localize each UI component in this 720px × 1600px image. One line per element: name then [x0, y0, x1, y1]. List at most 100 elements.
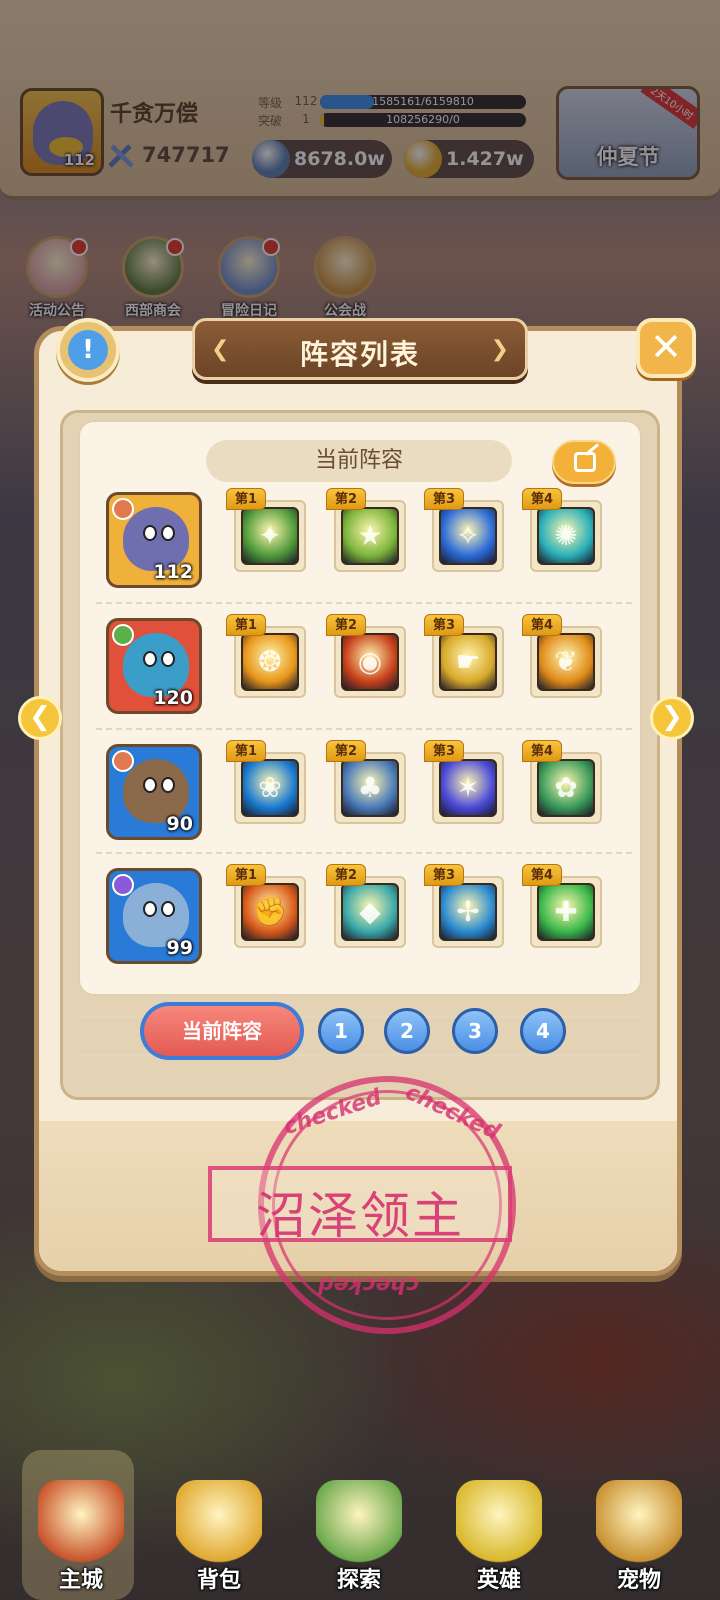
hero-portrait-3[interactable]: 90	[106, 744, 202, 840]
share-button[interactable]	[552, 440, 616, 484]
hero-eye	[161, 777, 175, 793]
tab-lineup-2[interactable]: 2	[384, 1008, 430, 1054]
skill-slot-2-2[interactable]: ◉ 第2	[326, 614, 406, 698]
skill-order-tag: 第3	[424, 740, 465, 762]
hero-portrait-4[interactable]: 99	[106, 868, 202, 964]
right-ornament-icon: ❯	[490, 337, 509, 362]
row-separator	[96, 852, 632, 854]
hero-portrait-1[interactable]: 112	[106, 492, 202, 588]
hero-level: 99	[166, 937, 193, 959]
skill-slot-1-4[interactable]: ✺ 第4	[522, 488, 602, 572]
hero-level: 90	[166, 813, 193, 835]
skill-symbol: ◆	[359, 895, 381, 928]
skill-order-tag: 第1	[226, 488, 267, 510]
hero-level: 120	[153, 687, 193, 709]
close-icon: ✕	[650, 325, 682, 369]
map-icon	[316, 1480, 402, 1566]
stamp-name: 沼泽领主	[256, 1187, 464, 1245]
row-separator	[96, 728, 632, 730]
skill-slot-2-4[interactable]: ❦ 第4	[522, 614, 602, 698]
current-lineup-header: 当前阵容	[206, 440, 512, 482]
stamp-word-bottom: checked	[318, 1272, 420, 1297]
nav-heroes-label: 英雄	[476, 1568, 521, 1593]
skill-slot-1-2[interactable]: ★ 第2	[326, 488, 406, 572]
skill-order-tag: 第2	[326, 488, 367, 510]
skill-slot-1-1[interactable]: ✦ 第1	[226, 488, 306, 572]
chevron-left-icon: ❮	[29, 702, 51, 732]
tab-lineup-3[interactable]: 3	[452, 1008, 498, 1054]
skill-icon: ◉	[341, 633, 399, 691]
close-button[interactable]: ✕	[636, 318, 696, 378]
nav-main-city[interactable]: 主城	[26, 1470, 136, 1600]
skill-icon: ✦	[241, 507, 299, 565]
skill-order-tag: 第3	[424, 488, 465, 510]
skill-slot-3-1[interactable]: ❀ 第1	[226, 740, 306, 824]
skill-icon: ❀	[241, 759, 299, 817]
info-icon: !	[68, 330, 108, 370]
skill-slot-4-2[interactable]: ◆ 第2	[326, 864, 406, 948]
skill-icon: ✧	[439, 507, 497, 565]
next-arrow-button[interactable]: ❯	[650, 696, 694, 740]
nav-explore-label: 探索	[336, 1568, 381, 1593]
stamp-name-box: 沼泽领主	[208, 1166, 512, 1245]
nav-heroes[interactable]: 英雄	[444, 1470, 554, 1600]
skill-icon: ✢	[439, 883, 497, 941]
castle-icon	[38, 1480, 124, 1566]
skill-order-tag: 第4	[522, 488, 563, 510]
tab-current-lineup[interactable]: 当前阵容	[140, 1002, 304, 1060]
tab-lineup-4[interactable]: 4	[520, 1008, 566, 1054]
tab-lineup-1[interactable]: 1	[318, 1008, 364, 1054]
row-separator	[96, 602, 632, 604]
backpack-icon	[176, 1480, 262, 1566]
hero-eye	[161, 901, 175, 917]
skill-symbol: ✶	[456, 771, 480, 804]
skill-icon: ☛	[439, 633, 497, 691]
nav-backpack[interactable]: 背包	[164, 1470, 274, 1600]
skill-slot-2-1[interactable]: ❂ 第1	[226, 614, 306, 698]
skill-icon: ✚	[537, 883, 595, 941]
skill-slot-4-1[interactable]: ✊ 第1	[226, 864, 306, 948]
skill-slot-2-3[interactable]: ☛ 第3	[424, 614, 504, 698]
skill-symbol: ★	[357, 519, 383, 552]
skill-order-tag: 第1	[226, 614, 267, 636]
hero-level: 112	[153, 561, 193, 583]
skill-icon: ✶	[439, 759, 497, 817]
skill-symbol: ☛	[455, 645, 481, 678]
skill-slot-4-3[interactable]: ✢ 第3	[424, 864, 504, 948]
skill-order-tag: 第3	[424, 614, 465, 636]
share-icon	[574, 452, 596, 472]
skill-order-tag: 第3	[424, 864, 465, 886]
skill-symbol: ◉	[357, 645, 383, 678]
modal-title-plate: ❮ 阵容列表 ❯	[192, 318, 528, 380]
skill-symbol: ♣	[357, 771, 383, 804]
skill-icon: ✺	[537, 507, 595, 565]
skill-slot-3-3[interactable]: ✶ 第3	[424, 740, 504, 824]
skill-symbol: ❀	[258, 771, 282, 804]
skill-slot-1-3[interactable]: ✧ 第3	[424, 488, 504, 572]
skill-symbol: ✚	[554, 895, 578, 928]
hero-eye	[143, 777, 157, 793]
hero-icon	[456, 1480, 542, 1566]
hero-portrait-2[interactable]: 120	[106, 618, 202, 714]
skill-symbol: ✺	[554, 519, 578, 552]
pet-icon	[596, 1480, 682, 1566]
skill-slot-3-4[interactable]: ✿ 第4	[522, 740, 602, 824]
skill-symbol: ✿	[554, 771, 578, 804]
bottom-navigation: 主城 背包 探索 英雄 宠物	[0, 1470, 720, 1600]
skill-symbol: ✊	[252, 895, 288, 928]
info-button[interactable]: !	[56, 318, 120, 382]
previous-arrow-button[interactable]: ❮	[18, 696, 62, 740]
hero-eye	[161, 525, 175, 541]
skill-slot-3-2[interactable]: ♣ 第2	[326, 740, 406, 824]
skill-icon: ★	[341, 507, 399, 565]
nav-explore[interactable]: 探索	[304, 1470, 414, 1600]
nav-main-city-label: 主城	[58, 1568, 103, 1593]
nav-pets[interactable]: 宠物	[584, 1470, 694, 1600]
hero-eye	[143, 525, 157, 541]
skill-icon: ✿	[537, 759, 595, 817]
chevron-right-icon: ❯	[661, 702, 683, 732]
skill-order-tag: 第4	[522, 614, 563, 636]
skill-icon: ◆	[341, 883, 399, 941]
skill-slot-4-4[interactable]: ✚ 第4	[522, 864, 602, 948]
skill-icon: ✊	[241, 883, 299, 941]
